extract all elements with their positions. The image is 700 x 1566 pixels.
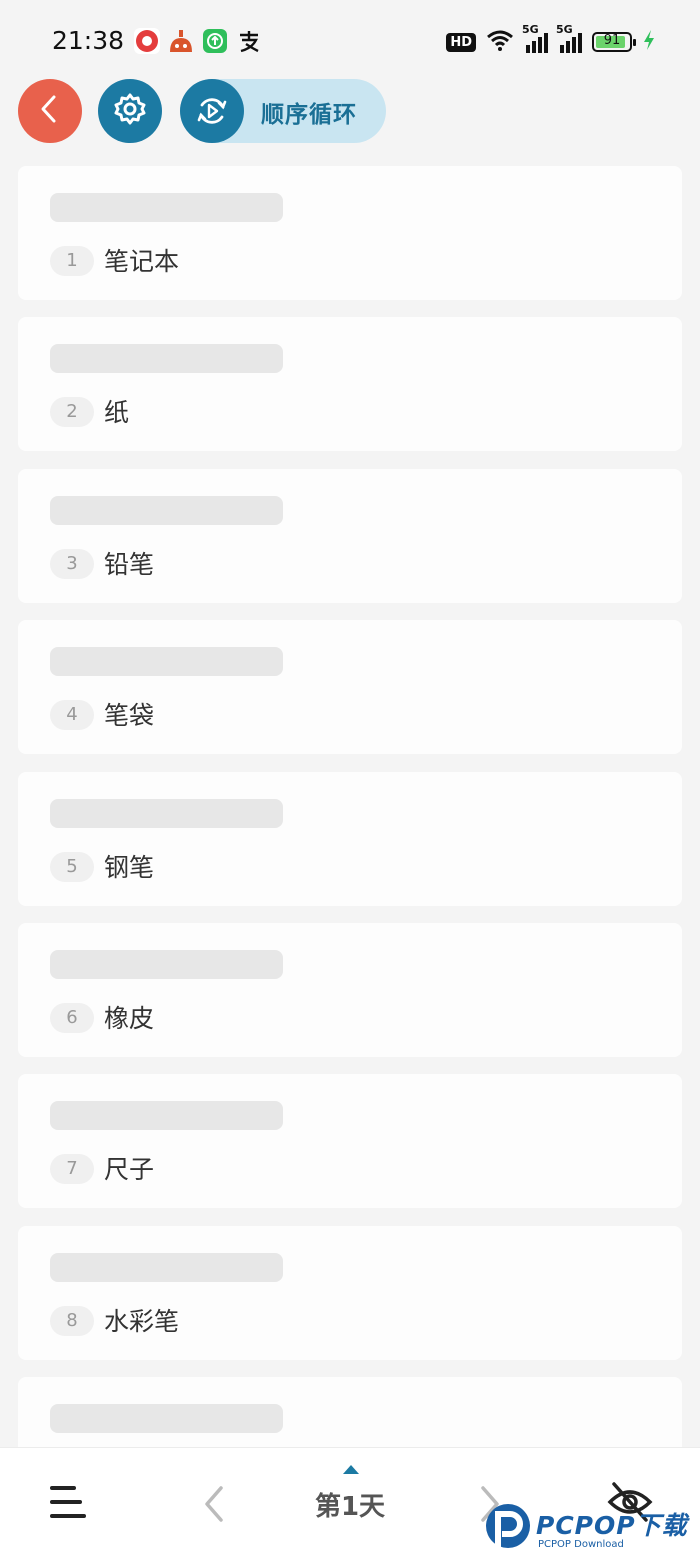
word-card[interactable]: 8 水彩笔 [18, 1225, 682, 1360]
watermark-text: PCPOP下载 [536, 1511, 688, 1540]
network-type-label: 5G [522, 23, 539, 36]
battery-percent: 91 [603, 33, 621, 48]
word-list: 1 笔记本 2 纸 3 铅笔 4 笔袋 5 钢笔 6 橡皮 7 尺子 8 水彩笔 [18, 166, 682, 1529]
upload-app-notification-icon [202, 28, 228, 54]
word-index: 8 [50, 1305, 94, 1336]
word-index: 3 [50, 548, 94, 579]
word-index: 4 [50, 700, 94, 731]
word-index: 2 [50, 397, 94, 428]
word-index: 1 [50, 246, 94, 276]
network-type-2-label: 5G [556, 23, 573, 36]
cellular-signal-icon: 5G [522, 23, 548, 53]
watermark-logo-icon [484, 1502, 534, 1556]
hidden-meaning-placeholder[interactable] [50, 1404, 283, 1434]
video-app-notification-icon [134, 28, 160, 54]
cellular-signal-2-icon: 5G [556, 23, 582, 53]
back-button[interactable] [18, 79, 82, 143]
word-card[interactable]: 6 橡皮 [18, 922, 682, 1057]
word-index: 7 [50, 1154, 94, 1185]
word-index: 6 [50, 1002, 94, 1033]
game-app-notification-icon [168, 28, 194, 54]
hidden-meaning-placeholder[interactable] [50, 193, 283, 222]
status-bar: 21:38 HD 5G 5G 91 [0, 0, 700, 80]
word-card[interactable]: 2 纸 [18, 317, 682, 452]
word-text: 笔记本 [104, 247, 180, 276]
charging-icon [642, 29, 656, 55]
gear-icon [113, 92, 147, 130]
loop-mode-label: 顺序循环 [261, 102, 357, 128]
battery-icon: 91 [592, 32, 636, 52]
hidden-meaning-placeholder[interactable] [50, 949, 283, 979]
hidden-meaning-placeholder[interactable] [50, 495, 283, 525]
word-text: 铅笔 [104, 549, 155, 579]
hidden-meaning-placeholder[interactable] [50, 1252, 283, 1282]
status-indicators: HD 5G 5G 91 [446, 23, 656, 56]
back-icon [38, 94, 62, 128]
loop-mode-toggle[interactable]: 顺序循环 [180, 79, 386, 143]
watermark-subtext: PCPOP Download [538, 1539, 624, 1550]
hidden-meaning-placeholder[interactable] [50, 647, 283, 677]
hd-voice-badge: HD [446, 32, 476, 52]
loop-play-icon [180, 79, 244, 143]
word-index: 5 [50, 851, 94, 882]
alipay-notification-icon [236, 28, 262, 54]
word-text: 纸 [104, 398, 130, 428]
word-text: 水彩笔 [104, 1306, 180, 1336]
word-text: 橡皮 [104, 1003, 155, 1033]
hidden-meaning-placeholder[interactable] [50, 344, 283, 374]
wifi-icon [486, 29, 514, 55]
word-card[interactable]: 3 铅笔 [18, 468, 682, 603]
word-card[interactable]: 5 钢笔 [18, 771, 682, 906]
word-card[interactable]: 4 笔袋 [18, 620, 682, 755]
word-card[interactable]: 1 笔记本 [18, 166, 682, 300]
caret-up-icon [343, 1465, 359, 1474]
word-card[interactable]: 7 尺子 [18, 1074, 682, 1209]
settings-button[interactable] [98, 79, 162, 143]
word-text: 笔袋 [104, 701, 155, 731]
word-text: 钢笔 [104, 852, 155, 882]
hidden-meaning-placeholder[interactable] [50, 798, 283, 828]
word-text: 尺子 [104, 1155, 155, 1185]
watermark: PCPOP下载 PCPOP Download [484, 1502, 700, 1562]
hidden-meaning-placeholder[interactable] [50, 1101, 283, 1131]
status-time: 21:38 [52, 26, 125, 55]
